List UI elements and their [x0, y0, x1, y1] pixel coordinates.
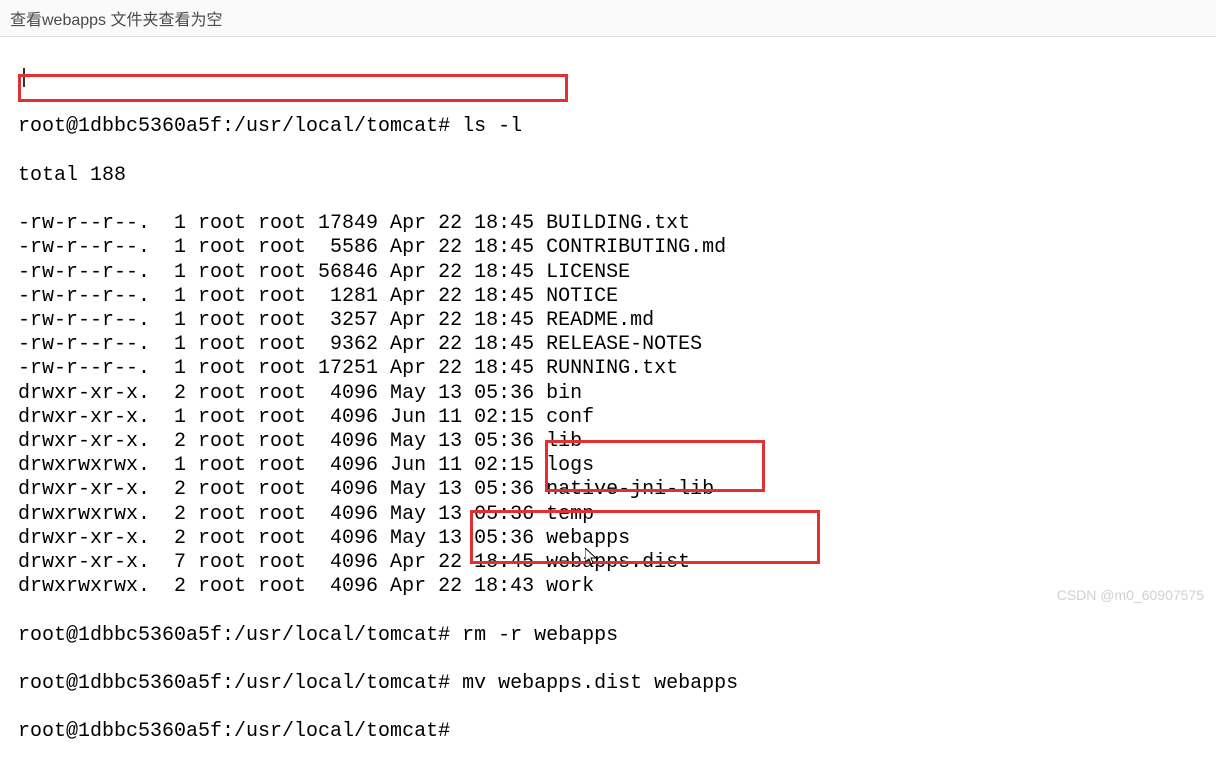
- total-line: total 188: [18, 164, 1216, 188]
- cursor-line: |: [18, 67, 1216, 91]
- command-ls: ls -l: [462, 115, 522, 138]
- watermark-text: CSDN @m0_60907575: [1057, 587, 1204, 603]
- header-title: 查看webapps 文件夹查看为空: [0, 0, 1216, 37]
- listing-row: -rw-r--r--. 1 root root 3257 Apr 22 18:4…: [18, 309, 1216, 333]
- listing-row: drwxr-xr-x. 2 root root 4096 May 13 05:3…: [18, 382, 1216, 406]
- terminal-output[interactable]: | root@1dbbc5360a5f:/usr/local/tomcat# l…: [0, 37, 1216, 769]
- prompt-line-1: root@1dbbc5360a5f:/usr/local/tomcat# ls …: [18, 115, 1216, 139]
- listing-row: drwxrwxrwx. 1 root root 4096 Jun 11 02:1…: [18, 454, 1216, 478]
- listing-row: -rw-r--r--. 1 root root 1281 Apr 22 18:4…: [18, 285, 1216, 309]
- listing-row: drwxrwxrwx. 2 root root 4096 Apr 22 18:4…: [18, 575, 1216, 599]
- listing-row: drwxr-xr-x. 1 root root 4096 Jun 11 02:1…: [18, 406, 1216, 430]
- listing-row: drwxr-xr-x. 2 root root 4096 May 13 05:3…: [18, 527, 1216, 551]
- prompt-line-3: root@1dbbc5360a5f:/usr/local/tomcat# mv …: [18, 672, 1216, 696]
- listing-row: drwxr-xr-x. 2 root root 4096 May 13 05:3…: [18, 430, 1216, 454]
- prompt-line-2: root@1dbbc5360a5f:/usr/local/tomcat# rm …: [18, 624, 1216, 648]
- listing-row: -rw-r--r--. 1 root root 9362 Apr 22 18:4…: [18, 333, 1216, 357]
- prompt-line-4: root@1dbbc5360a5f:/usr/local/tomcat#: [18, 720, 1216, 744]
- listing-row: drwxr-xr-x. 2 root root 4096 May 13 05:3…: [18, 478, 1216, 502]
- listing-row: drwxrwxrwx. 2 root root 4096 May 13 05:3…: [18, 503, 1216, 527]
- listing-row: -rw-r--r--. 1 root root 56846 Apr 22 18:…: [18, 261, 1216, 285]
- listing-row: drwxr-xr-x. 7 root root 4096 Apr 22 18:4…: [18, 551, 1216, 575]
- listing-row: -rw-r--r--. 1 root root 17849 Apr 22 18:…: [18, 212, 1216, 236]
- command-rm: rm -r webapps: [462, 624, 618, 647]
- command-mv: mv webapps.dist webapps: [462, 672, 738, 695]
- listing-row: -rw-r--r--. 1 root root 5586 Apr 22 18:4…: [18, 236, 1216, 260]
- listing-row: -rw-r--r--. 1 root root 17251 Apr 22 18:…: [18, 357, 1216, 381]
